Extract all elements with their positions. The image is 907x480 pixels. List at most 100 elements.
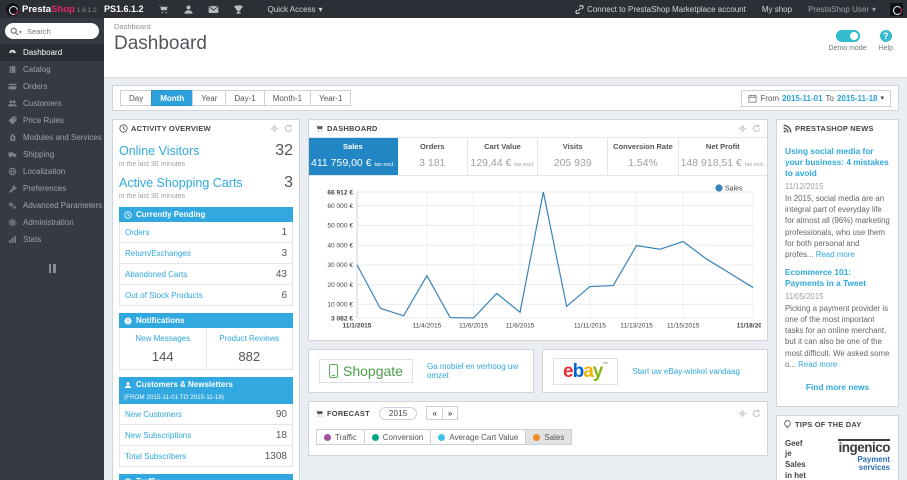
phone-icon <box>329 364 338 378</box>
clock-icon <box>119 124 128 133</box>
customers-newsletters-header: Customers & Newsletters (FROM 2015-11-01… <box>119 377 293 404</box>
online-visitors-link[interactable]: Online Visitors <box>119 144 199 158</box>
sidebar-item-orders[interactable]: Orders <box>0 78 104 95</box>
user-icon[interactable] <box>183 4 194 15</box>
shop-name-label[interactable]: PS1.6.1.2 <box>104 4 144 14</box>
search-icon: ▾ <box>10 26 22 36</box>
caret-down-icon: ▾ <box>880 95 884 102</box>
kpi-tab-net-profit[interactable]: Net Profit 148 918,51 € tax excl. <box>679 138 767 175</box>
sales-dot <box>533 433 541 441</box>
kpi-tab-conversion-rate[interactable]: Conversion Rate 1.54% <box>608 138 679 175</box>
user-menu[interactable]: PrestaShop User ▾ <box>808 5 876 14</box>
article-title-link[interactable]: Using social media for your business: 4 … <box>785 146 890 178</box>
my-shop-link[interactable]: My shop <box>762 5 792 14</box>
legend-button-traffic[interactable]: Traffic <box>316 429 365 445</box>
read-more-link[interactable]: Read more <box>816 250 855 259</box>
read-more-link[interactable]: Read more <box>798 360 837 369</box>
kpi-tab-orders[interactable]: Orders 3 181 <box>398 138 468 175</box>
user-avatar[interactable] <box>890 2 903 16</box>
shopgate-module-card: Shopgate Ga mobiel en verhoog uw omzet <box>308 349 534 393</box>
sales-line-chart[interactable]: 66 912 € 60 000 € 50 000 € 40 000 € 30 000 €… <box>311 180 770 338</box>
range-button-day[interactable]: Day <box>120 90 153 106</box>
demo-mode-toggle[interactable] <box>835 30 860 42</box>
shopgate-link[interactable]: Ga mobiel en verhoog uw omzet <box>427 362 523 380</box>
svg-text:11/11/2015: 11/11/2015 <box>574 323 606 330</box>
sidebar-item-preferences[interactable]: Preferences <box>0 180 104 197</box>
sidebar: ▾ Dashboard Catalog Orders Customers Pri… <box>0 18 104 480</box>
currently-pending-header: Currently Pending <box>119 207 293 222</box>
traffic-header: Traffic (FROM 2015-11-01 TO 2015-11-18) <box>119 474 293 480</box>
prestashop-logo-icon <box>6 2 19 16</box>
sidebar-item-shipping[interactable]: Shipping <box>0 146 104 163</box>
svg-text:11/4/2015: 11/4/2015 <box>412 323 441 330</box>
shipping-icon <box>8 152 17 158</box>
prestashop-brand[interactable]: PrestaShop 1.6.1.2 <box>0 2 104 16</box>
forecast-prev-button[interactable]: « <box>426 406 443 420</box>
trophy-icon[interactable] <box>233 4 244 15</box>
ebay-link[interactable]: Start uw eBay-winkel vandaag <box>632 367 740 376</box>
svg-text:11/6/2015: 11/6/2015 <box>459 323 488 330</box>
svg-text:Sales: Sales <box>725 186 743 193</box>
forecast-legend: Traffic Conversion Average Cart Value Sa… <box>309 424 767 450</box>
date-range-picker[interactable]: From 2015-11-01 To 2015-11-18 ▾ <box>741 89 891 107</box>
gear-icon[interactable] <box>738 409 747 418</box>
cart-icon <box>315 125 323 132</box>
sidebar-item-stats[interactable]: Stats <box>0 231 104 248</box>
row-link[interactable]: Return/Exchanges <box>125 249 191 258</box>
quick-access-menu[interactable]: Quick Access ▾ <box>268 5 323 14</box>
new-messages-link[interactable]: New Messages <box>135 334 190 343</box>
forecast-next-button[interactable]: » <box>441 406 459 420</box>
sidebar-item-dashboard[interactable]: Dashboard <box>0 44 104 61</box>
svg-text:11/13/2015: 11/13/2015 <box>620 323 653 330</box>
range-button-month-1[interactable]: Month-1 <box>263 90 312 106</box>
range-button-month[interactable]: Month <box>151 90 194 106</box>
sidebar-item-price-rules[interactable]: Price Rules <box>0 112 104 129</box>
range-button-year-1[interactable]: Year-1 <box>310 90 352 106</box>
dashboard-icon <box>9 49 16 54</box>
row-link[interactable]: New Subscriptions <box>125 431 191 440</box>
refresh-icon[interactable] <box>752 124 761 133</box>
calendar-icon <box>748 94 757 103</box>
sidebar-item-customers[interactable]: Customers <box>0 95 104 112</box>
kpi-tab-visits[interactable]: Visits 205 939 <box>538 138 609 175</box>
cart-icon[interactable] <box>158 4 169 15</box>
sidebar-collapse-button[interactable] <box>0 264 104 273</box>
product-reviews-link[interactable]: Product Reviews <box>219 334 279 343</box>
article-title-link[interactable]: Ecommerce 101: Payments in a Tweet <box>785 267 890 289</box>
marketplace-link[interactable]: Connect to PrestaShop Marketplace accoun… <box>575 4 746 14</box>
refresh-icon[interactable] <box>284 124 293 133</box>
main-area: Dashboard Dashboard Demo mode ? Help Day… <box>104 18 907 480</box>
envelope-icon[interactable] <box>207 4 219 15</box>
row-link[interactable]: Out of Stock Products <box>125 291 203 300</box>
sidebar-item-advanced-parameters[interactable]: Advanced Parameters <box>0 197 104 214</box>
breadcrumb[interactable]: Dashboard <box>114 22 897 31</box>
sidebar-item-catalog[interactable]: Catalog <box>0 61 104 78</box>
kpi-tab-sales[interactable]: Sales 411 759,00 € tax excl. <box>309 138 398 175</box>
range-button-year[interactable]: Year <box>192 90 227 106</box>
sidebar-item-localization[interactable]: Localization <box>0 163 104 180</box>
active-carts-link[interactable]: Active Shopping Carts <box>119 176 243 190</box>
range-button-day-1[interactable]: Day-1 <box>225 90 265 106</box>
pending-row-out-of-stock: Out of Stock Products 6 <box>125 289 287 301</box>
row-link[interactable]: Abandoned Carts <box>125 270 187 279</box>
sidebar-item-modules[interactable]: Modules and Services <box>0 129 104 146</box>
row-link[interactable]: New Customers <box>125 410 182 419</box>
help-icon[interactable]: ? <box>879 30 892 42</box>
svg-text:40 000 €: 40 000 € <box>327 242 353 249</box>
row-link[interactable]: Total Subscribers <box>125 452 186 461</box>
legend-button-conversion[interactable]: Conversion <box>363 429 432 445</box>
preferences-icon <box>9 185 17 193</box>
topbar: PrestaShop 1.6.1.2 PS1.6.1.2 Quick Access… <box>0 0 907 18</box>
refresh-icon[interactable] <box>752 409 761 418</box>
row-link[interactable]: Orders <box>125 228 149 237</box>
forecast-year[interactable]: 2015 <box>378 406 418 420</box>
find-more-news-link[interactable]: Find more news <box>785 382 890 392</box>
gear-icon[interactable] <box>738 124 747 133</box>
sidebar-item-administration[interactable]: Administration <box>0 214 104 231</box>
kpi-tab-cart-value[interactable]: Cart Value 129,44 € tax excl. <box>468 138 539 175</box>
new-messages-cell: New Messages 144 <box>120 328 207 369</box>
legend-button-average-cart-value[interactable]: Average Cart Value <box>430 429 527 445</box>
legend-button-sales[interactable]: Sales <box>525 429 573 445</box>
gear-icon[interactable] <box>270 124 279 133</box>
active-carts-value: 3 <box>284 174 293 191</box>
